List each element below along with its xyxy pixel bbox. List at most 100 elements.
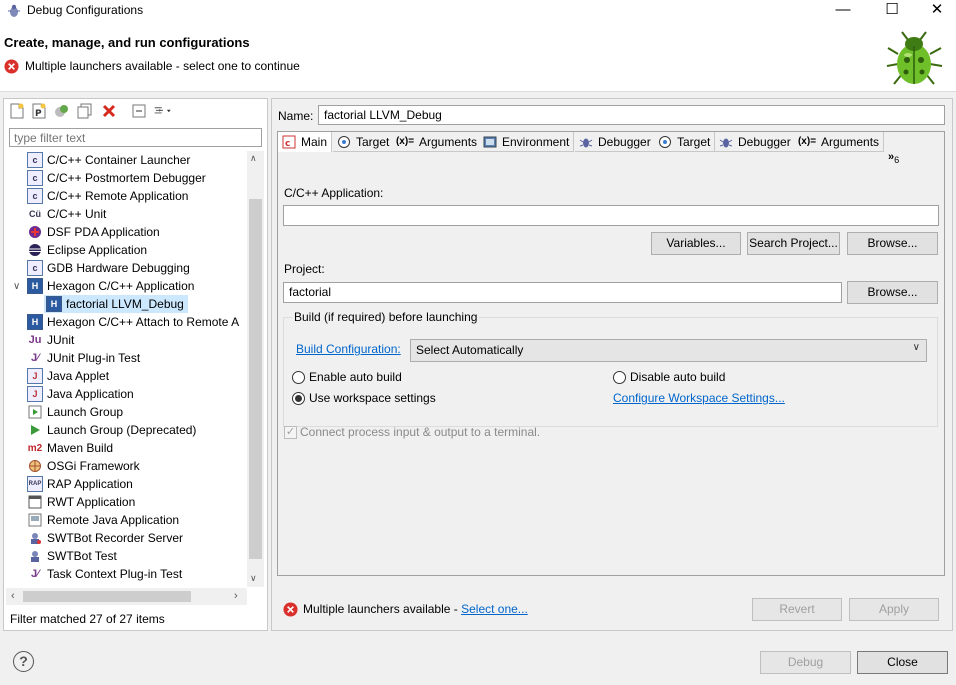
build-configuration-link[interactable]: Build Configuration:: [296, 342, 401, 356]
junit-icon: Ju: [28, 334, 42, 346]
scroll-down-icon[interactable]: ∨: [250, 573, 257, 584]
scroll-up-icon[interactable]: ∧: [250, 153, 257, 164]
revert-button[interactable]: Revert: [752, 598, 842, 621]
tree-item[interactable]: J Java Application: [6, 385, 248, 403]
maven-icon: m2: [27, 442, 43, 454]
c-application-input[interactable]: [283, 205, 939, 226]
build-configuration-select[interactable]: Select Automatically ∨: [410, 339, 927, 362]
tree-item[interactable]: Ju JUnit: [6, 331, 248, 349]
tree-horizontal-scrollbar[interactable]: ‹ ›: [6, 588, 247, 605]
bug-banner-icon: [886, 31, 943, 85]
new-config-icon[interactable]: [8, 102, 26, 120]
project-label: Project:: [284, 262, 325, 276]
rwt-icon: [27, 494, 43, 510]
chevron-down-icon: ∨: [912, 342, 920, 353]
project-input[interactable]: factorial: [283, 282, 842, 303]
chevron-down-icon[interactable]: ∨: [13, 281, 27, 292]
tree-item-label: C/C++ Remote Application: [47, 189, 189, 203]
tree-item[interactable]: Eclipse Application: [6, 241, 248, 259]
tab-target[interactable]: Target: [333, 132, 395, 152]
variables-button[interactable]: Variables...: [651, 232, 741, 255]
tab-main[interactable]: c Main: [278, 132, 333, 152]
help-icon[interactable]: ?: [13, 651, 34, 672]
tree-item-selected[interactable]: H factorial LLVM_Debug: [6, 295, 188, 313]
tree-item-label: Java Application: [47, 387, 134, 401]
tree-item[interactable]: m2 Maven Build: [6, 439, 248, 457]
collapse-all-icon[interactable]: [130, 102, 148, 120]
config-tabs-area: c Main Target (x)= Arguments Environment…: [277, 131, 945, 576]
tree-item-label: JUnit Plug-in Test: [47, 351, 141, 365]
select-one-link[interactable]: Select one...: [461, 602, 528, 616]
connect-terminal-label: Connect process input & output to a term…: [300, 425, 541, 439]
tree-item-label: OSGi Framework: [47, 459, 140, 473]
tab-environment[interactable]: Environment: [479, 132, 575, 152]
browse-project-button[interactable]: Browse...: [847, 281, 938, 304]
tab-label: Target: [677, 134, 711, 149]
close-window-button[interactable]: ✕: [914, 0, 956, 22]
tree-item[interactable]: c C/C++ Postmortem Debugger: [6, 169, 248, 187]
minimize-button[interactable]: —: [820, 0, 866, 22]
tree-item[interactable]: Remote Java Application: [6, 511, 248, 529]
tab-target-2[interactable]: Target: [654, 132, 716, 152]
horizontal-scroll-thumb[interactable]: [23, 591, 191, 602]
tree-item[interactable]: ∨ H Hexagon C/C++ Application: [6, 277, 248, 295]
tree-item[interactable]: OSGi Framework: [6, 457, 248, 475]
tree-item-label: Launch Group (Deprecated): [47, 423, 197, 437]
tab-overflow-button[interactable]: »6: [888, 151, 899, 165]
window-title: Debug Configurations: [27, 3, 144, 17]
tab-debugger-2[interactable]: Debugger: [715, 132, 796, 152]
tree-item[interactable]: SWTBot Test: [6, 547, 248, 565]
tab-debugger[interactable]: Debugger: [575, 132, 656, 152]
tree-item-label: C/C++ Container Launcher: [47, 153, 191, 167]
tree-item-label: SWTBot Recorder Server: [47, 531, 184, 545]
tree-item[interactable]: J Java Applet: [6, 367, 248, 385]
tree-item[interactable]: Launch Group: [6, 403, 248, 421]
tree-item[interactable]: c GDB Hardware Debugging: [6, 259, 248, 277]
use-workspace-settings-radio[interactable]: [292, 392, 305, 405]
close-button[interactable]: Close: [857, 651, 948, 674]
build-group-title: Build (if required) before launching: [292, 310, 480, 324]
search-project-button[interactable]: Search Project...: [747, 232, 840, 255]
hexagon-icon: H: [27, 314, 43, 330]
debug-button[interactable]: Debug: [760, 651, 851, 674]
tree-item[interactable]: DSF PDA Application: [6, 223, 248, 241]
maximize-button[interactable]: ☐: [869, 0, 915, 22]
eclipse-icon: [27, 242, 43, 258]
config-name-input[interactable]: factorial LLVM_Debug: [318, 105, 945, 125]
tree-item[interactable]: H Hexagon C/C++ Attach to Remote A: [6, 313, 248, 331]
scroll-left-icon[interactable]: ‹: [11, 590, 15, 602]
tree-item[interactable]: c C/C++ Container Launcher: [6, 151, 248, 169]
tree-item[interactable]: J⁄ Task Context Plug-in Test: [6, 565, 248, 583]
export-config-icon[interactable]: [52, 102, 70, 120]
tree-item[interactable]: SWTBot Recorder Server: [6, 529, 248, 547]
error-icon: [283, 602, 298, 617]
tree-item[interactable]: RWT Application: [6, 493, 248, 511]
error-icon: [4, 59, 19, 74]
tree-item[interactable]: c C/C++ Remote Application: [6, 187, 248, 205]
browse-application-button[interactable]: Browse...: [847, 232, 938, 255]
vertical-scroll-thumb[interactable]: [249, 199, 262, 559]
scroll-right-icon[interactable]: ›: [234, 590, 238, 602]
tab-arguments[interactable]: (x)= Arguments: [392, 132, 483, 152]
tree-item-label: DSF PDA Application: [47, 225, 160, 239]
configure-workspace-settings-link[interactable]: Configure Workspace Settings...: [613, 391, 785, 405]
config-editor-panel: Name: factorial LLVM_Debug c Main Target…: [271, 98, 953, 631]
pda-icon: [27, 224, 43, 240]
new-prototype-icon[interactable]: P: [30, 102, 48, 120]
delete-config-icon[interactable]: [100, 102, 118, 120]
tree-item[interactable]: Launch Group (Deprecated): [6, 421, 248, 439]
tree-item-label: Task Context Plug-in Test: [47, 567, 183, 581]
connect-terminal-checkbox[interactable]: ✓: [284, 426, 297, 439]
disable-auto-build-radio[interactable]: [613, 371, 626, 384]
filter-menu-icon[interactable]: [154, 102, 172, 120]
tree-item[interactable]: RAP RAP Application: [6, 475, 248, 493]
tab-arguments-2[interactable]: (x)= Arguments: [794, 132, 885, 152]
duplicate-config-icon[interactable]: [76, 102, 94, 120]
tree-item[interactable]: J⁄ JUnit Plug-in Test: [6, 349, 248, 367]
config-tree[interactable]: c C/C++ Container Launcher c C/C++ Postm…: [6, 151, 248, 587]
tree-vertical-scrollbar[interactable]: ∧ ∨: [247, 151, 264, 587]
tree-item[interactable]: Cü C/C++ Unit: [6, 205, 248, 223]
enable-auto-build-radio[interactable]: [292, 371, 305, 384]
apply-button[interactable]: Apply: [849, 598, 939, 621]
filter-input[interactable]: [9, 128, 262, 147]
